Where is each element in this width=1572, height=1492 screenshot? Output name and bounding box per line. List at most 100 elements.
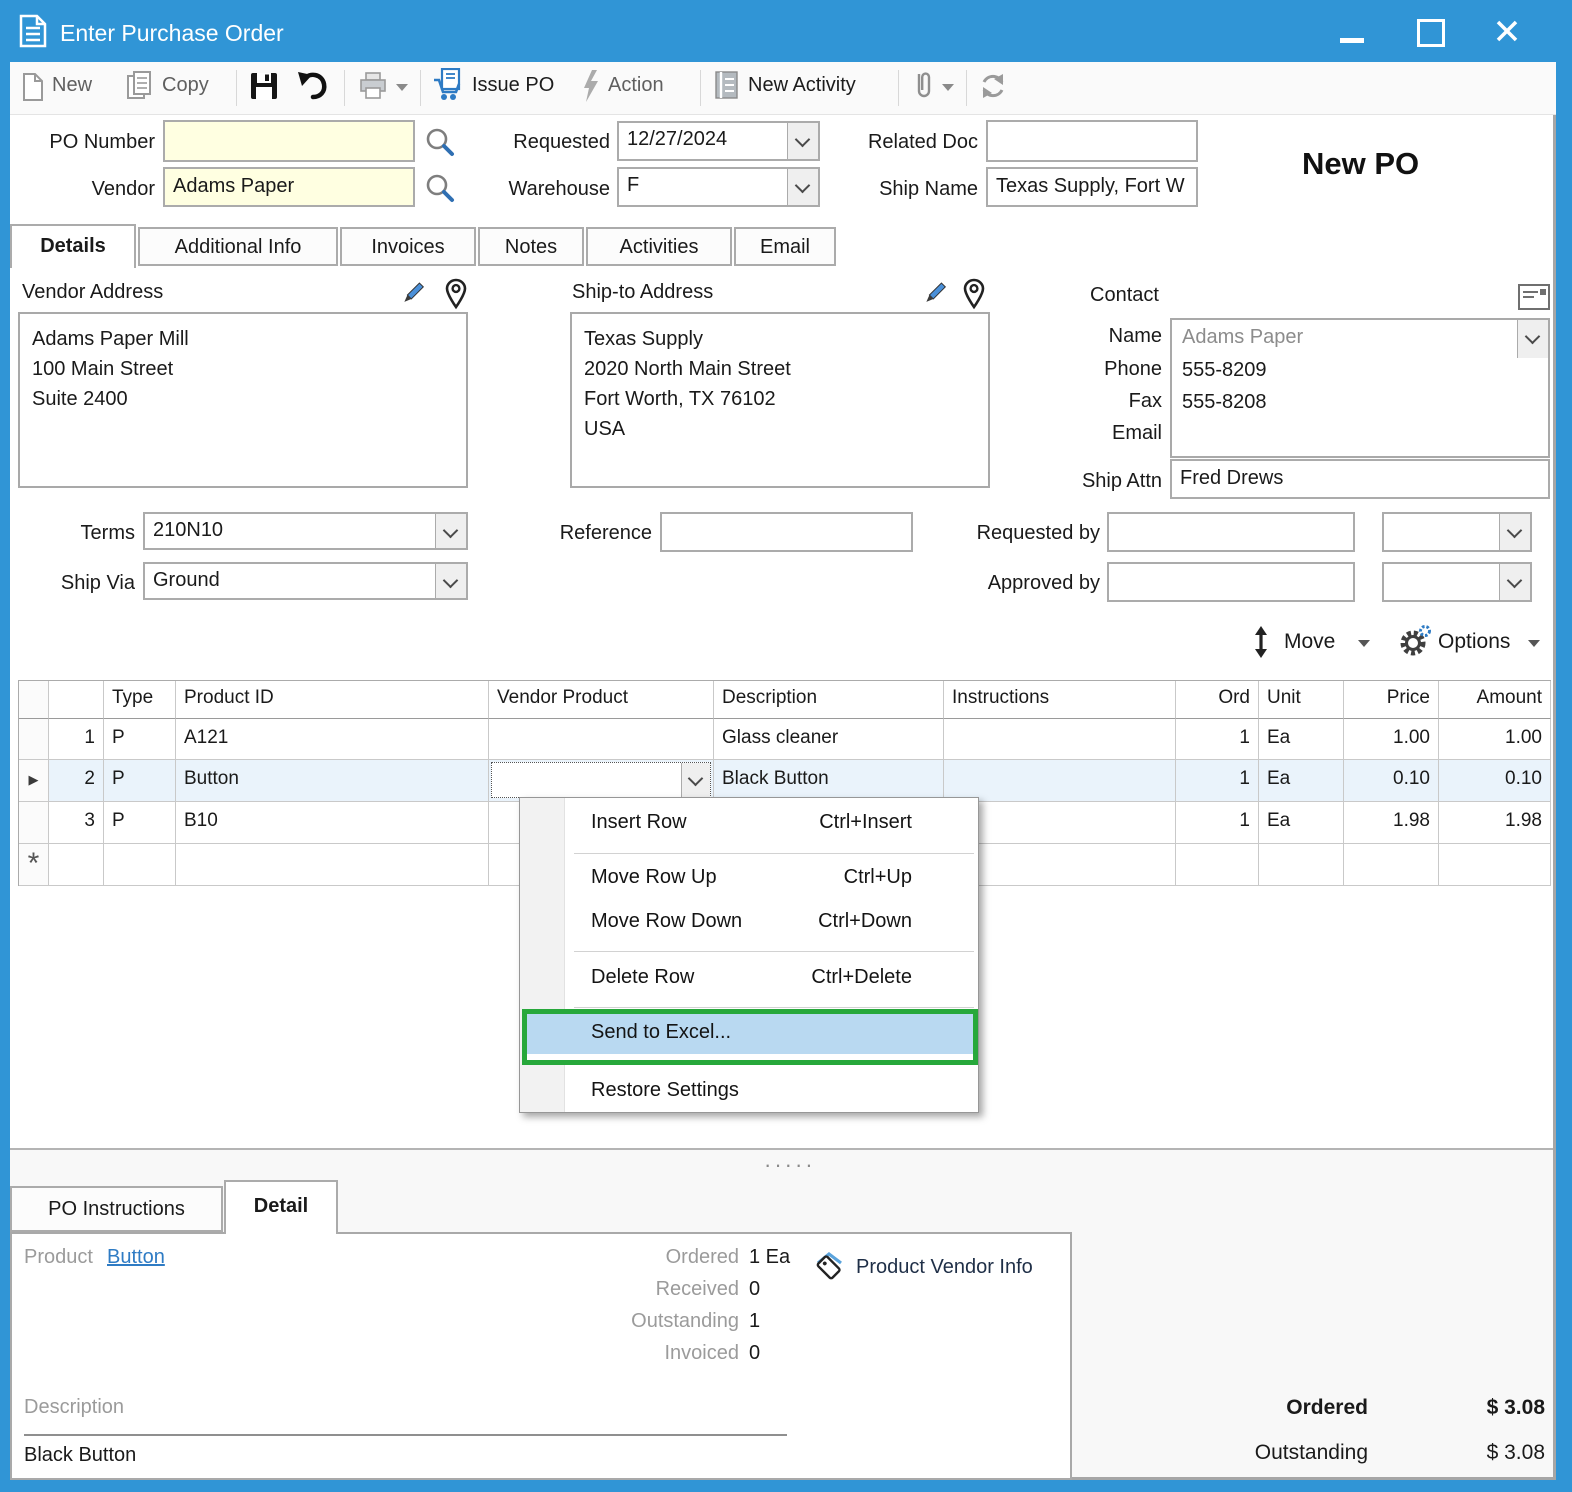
vendor-address-edit-pencil-icon[interactable] [398,280,426,308]
price-cell[interactable]: 1.00 [1344,719,1439,760]
ord-cell[interactable]: 1 [1176,802,1259,844]
ord-cell[interactable]: 1 [1176,719,1259,760]
move-icon[interactable] [1252,626,1270,658]
terms-dropdown-button[interactable] [435,514,466,548]
instructions-cell[interactable] [944,719,1176,760]
new-activity-icon[interactable] [712,70,740,100]
vendor-address-map-pin-icon[interactable] [444,278,468,310]
empty-cell[interactable] [176,844,489,886]
tab-additional-info[interactable]: Additional Info [138,227,338,266]
product-vendor-info-link[interactable]: Product Vendor Info [856,1256,1033,1279]
po-search-icon[interactable] [424,126,456,158]
ship-via-dropdown-button[interactable] [435,564,466,598]
paperclip-dropdown-caret-icon[interactable] [942,84,954,91]
approved-by-field[interactable] [1107,562,1355,602]
terms-combo[interactable]: 210N10 [143,512,468,550]
splitter-grip-dots[interactable]: ····· [764,1152,816,1178]
menu-item-insert-row[interactable]: Insert Row Ctrl+Insert [520,802,978,846]
requested-dropdown-button[interactable] [787,123,818,159]
new-row-icon[interactable]: * [19,844,49,886]
amount-cell[interactable]: 1.00 [1439,719,1551,760]
instructions-cell[interactable] [944,760,1176,802]
options-caret-icon[interactable] [1528,640,1540,647]
vendor-address-box[interactable]: Adams Paper Mill 100 Main Street Suite 2… [18,312,468,488]
amount-cell[interactable]: 1.98 [1439,802,1551,844]
tab-invoices[interactable]: Invoices [340,227,476,266]
print-dropdown-caret-icon[interactable] [396,84,408,91]
type-cell[interactable]: P [104,802,176,844]
ship-name-field[interactable]: Texas Supply, Fort W [986,167,1198,207]
move-caret-icon[interactable] [1358,640,1370,647]
tab-notes[interactable]: Notes [478,227,584,266]
action-lightning-icon[interactable] [582,70,600,102]
unit-cell[interactable]: Ea [1259,760,1344,802]
description-cell[interactable]: Black Button [714,760,944,802]
contact-name-dropdown-button[interactable] [1517,320,1548,358]
menu-item-move-row-down[interactable]: Move Row Down Ctrl+Down [520,901,978,945]
new-button[interactable]: New [52,74,92,97]
move-button[interactable]: Move [1284,630,1335,654]
close-button[interactable] [1494,18,1520,44]
product-vendor-tag-icon[interactable] [812,1250,846,1284]
grid-header-ord[interactable]: Ord [1176,681,1259,719]
tab-activities[interactable]: Activities [586,227,732,266]
options-button[interactable]: Options [1438,630,1510,654]
empty-cell[interactable] [1344,844,1439,886]
amount-cell[interactable]: 0.10 [1439,760,1551,802]
grid-header-product-id[interactable]: Product ID [176,681,489,719]
requested-date-combo[interactable]: 12/27/2024 [617,121,820,161]
approved-by-dropdown-button[interactable] [1499,564,1530,600]
warehouse-combo[interactable]: F [617,167,820,207]
ord-cell[interactable]: 1 [1176,760,1259,802]
empty-cell[interactable] [1259,844,1344,886]
product-id-cell[interactable]: B10 [176,802,489,844]
requested-by-field[interactable] [1107,512,1355,552]
table-row-selected[interactable]: ▶ 2 P Button Black Button 1 Ea 0.10 0.10 [19,760,1551,802]
unit-cell[interactable]: Ea [1259,802,1344,844]
action-button[interactable]: Action [608,74,664,97]
tab-po-instructions[interactable]: PO Instructions [10,1186,223,1232]
options-gear-icon[interactable] [1398,624,1432,658]
empty-cell[interactable] [104,844,176,886]
type-cell[interactable]: P [104,760,176,802]
new-activity-button[interactable]: New Activity [748,74,856,97]
copy-icon[interactable] [126,70,154,102]
maximize-button[interactable] [1417,19,1445,47]
warehouse-dropdown-button[interactable] [787,169,818,205]
ship-attn-field[interactable]: Fred Drews [1170,459,1550,499]
row-selector-cell[interactable] [19,719,49,760]
requested-by-dropdown-button[interactable] [1499,514,1530,550]
issue-po-button[interactable]: Issue PO [472,74,554,97]
row-selector-cell[interactable]: ▶ [19,760,49,802]
vendor-product-edit-combo[interactable] [491,762,711,798]
type-cell[interactable]: P [104,719,176,760]
product-id-cell[interactable]: Button [176,760,489,802]
empty-cell[interactable] [49,844,104,886]
menu-item-send-to-excel[interactable]: Send to Excel... [527,1014,973,1058]
tab-detail[interactable]: Detail [224,1180,338,1234]
grid-header-instructions[interactable]: Instructions [944,681,1176,719]
empty-cell[interactable] [1176,844,1259,886]
price-cell[interactable]: 0.10 [1344,760,1439,802]
reference-field[interactable] [660,512,913,552]
contact-box[interactable]: Adams Paper 555-8209 555-8208 [1170,318,1550,458]
approved-by-combo[interactable] [1382,562,1532,602]
product-id-cell[interactable]: A121 [176,719,489,760]
menu-item-move-row-up[interactable]: Move Row Up Ctrl+Up [520,857,978,901]
tab-email[interactable]: Email [734,227,836,266]
po-number-field[interactable] [163,120,415,162]
empty-cell[interactable] [1439,844,1551,886]
print-icon[interactable] [358,72,388,100]
vendor-field[interactable]: Adams Paper [163,167,415,207]
menu-item-delete-row[interactable]: Delete Row Ctrl+Delete [520,957,978,1001]
grid-header-unit[interactable]: Unit [1259,681,1344,719]
price-cell[interactable]: 1.98 [1344,802,1439,844]
copy-button[interactable]: Copy [162,74,209,97]
row-selector-cell[interactable] [19,802,49,844]
grid-header-price[interactable]: Price [1344,681,1439,719]
save-icon[interactable] [250,72,278,100]
minimize-button[interactable] [1340,38,1364,43]
requested-by-combo[interactable] [1382,512,1532,552]
grid-header-vendor-product[interactable]: Vendor Product [489,681,714,719]
product-link[interactable]: Button [107,1246,165,1269]
